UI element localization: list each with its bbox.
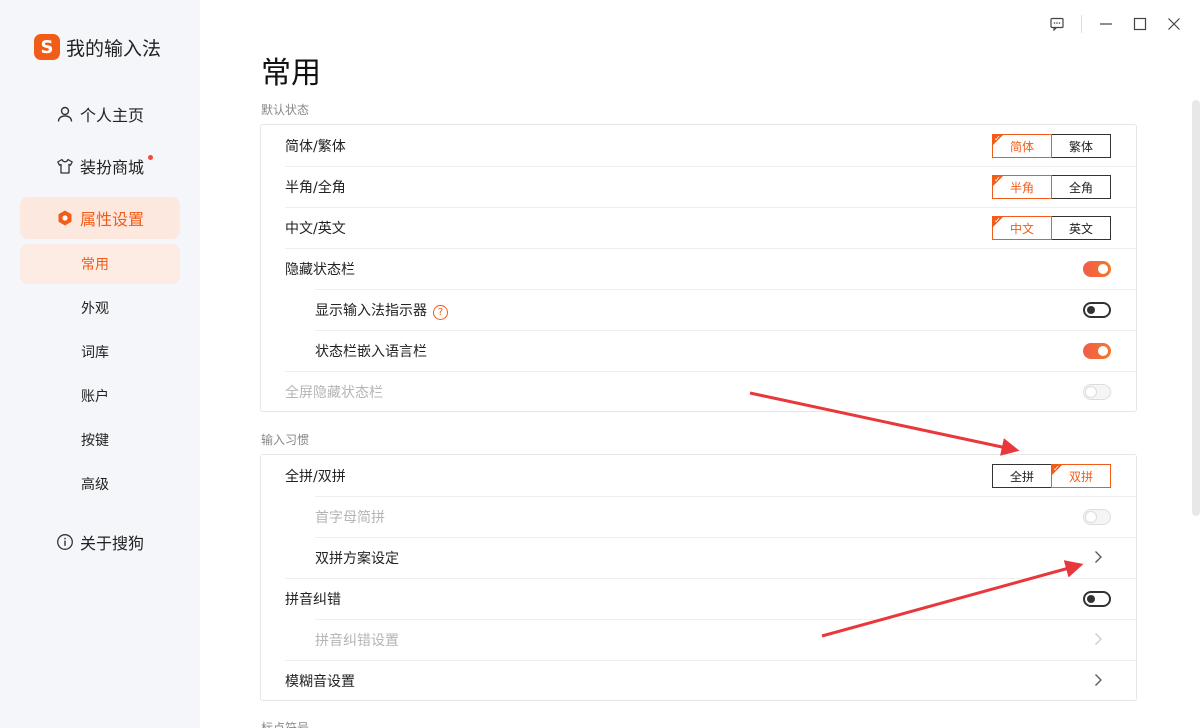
tshirt-icon [57, 158, 73, 174]
setting-label: 全拼/双拼 [285, 468, 346, 485]
quanpin-shuangpin-segmented: 全拼 ✓ 双拼 [992, 464, 1111, 488]
hide-status-toggle[interactable] [1083, 261, 1111, 277]
feedback-icon[interactable] [1047, 14, 1067, 34]
subitem-common[interactable]: 常用 [20, 244, 180, 284]
setting-label: 显示输入法指示器? [315, 300, 448, 320]
section-label: 标点符号 [261, 721, 310, 728]
fullscreen-hide-toggle[interactable] [1083, 384, 1111, 400]
option-full-width[interactable]: 全角 [1051, 175, 1111, 199]
sogou-logo-icon: S [34, 34, 60, 60]
setting-label: 半角/全角 [285, 179, 346, 196]
cn-en-segmented: ✓ 中文 英文 [992, 216, 1111, 240]
setting-row-pinyin-correct-settings[interactable]: 拼音纠错设置 [261, 619, 1136, 660]
toggle-knob [1086, 387, 1096, 397]
sidebar-item-about[interactable]: 关于搜狗 [20, 521, 180, 563]
setting-row-quanpin-shuangpin: 全拼/双拼 全拼 ✓ 双拼 [261, 455, 1136, 496]
option-traditional[interactable]: 繁体 [1051, 134, 1111, 158]
sidebar-item-store[interactable]: 装扮商城 [20, 145, 180, 187]
setting-row-shuangpin-scheme[interactable]: 双拼方案设定 [261, 537, 1136, 578]
setting-label: 首字母简拼 [315, 509, 385, 526]
minimize-icon[interactable] [1096, 14, 1116, 34]
setting-row-initials: 首字母简拼 [261, 496, 1136, 537]
chevron-right-icon [1095, 551, 1102, 563]
setting-row-simp-trad: 简体/繁体 ✓ 简体 繁体 [261, 125, 1136, 166]
check-icon: ✓ [994, 175, 1001, 184]
simp-trad-segmented: ✓ 简体 繁体 [992, 134, 1111, 158]
sidebar-item-label: 个人主页 [80, 106, 145, 125]
sidebar-item-settings[interactable]: 属性设置 [20, 197, 180, 239]
hexagon-settings-icon [58, 210, 72, 226]
option-simplified[interactable]: ✓ 简体 [992, 134, 1052, 158]
setting-label: 拼音纠错设置 [315, 632, 399, 649]
divider [1081, 15, 1082, 33]
user-icon [57, 106, 73, 122]
subitem-advanced[interactable]: 高级 [20, 464, 180, 504]
subitem-dictionary[interactable]: 词库 [20, 332, 180, 372]
close-icon[interactable] [1164, 14, 1184, 34]
scrollbar[interactable] [1192, 100, 1200, 516]
setting-row-embed-lang: 状态栏嵌入语言栏 [261, 330, 1136, 371]
setting-row-pinyin-correct: 拼音纠错 [261, 578, 1136, 619]
toggle-knob [1098, 346, 1108, 356]
setting-label: 简体/繁体 [285, 138, 346, 155]
setting-label: 全屏隐藏状态栏 [285, 384, 383, 401]
sidebar: S 我的输入法 个人主页 装扮商城 属性设置 常用 外观 词库 账户 按键 高级… [0, 0, 200, 728]
sidebar-item-label: 属性设置 [80, 210, 145, 229]
section-label: 默认状态 [261, 103, 310, 117]
option-shuangpin[interactable]: ✓ 双拼 [1051, 464, 1111, 488]
chevron-right-icon [1095, 633, 1102, 645]
option-chinese[interactable]: ✓ 中文 [992, 216, 1052, 240]
setting-row-cn-en: 中文/英文 ✓ 中文 英文 [261, 207, 1136, 248]
input-habits-card: 全拼/双拼 全拼 ✓ 双拼 首字母简拼 双拼方案设定 拼音纠错 拼音纠错设置 模糊… [260, 454, 1137, 701]
toggle-knob [1086, 512, 1096, 522]
check-icon: ✓ [994, 216, 1001, 225]
check-icon: ✓ [994, 134, 1001, 143]
setting-row-fuzzy[interactable]: 模糊音设置 [261, 660, 1136, 701]
embed-lang-toggle[interactable] [1083, 343, 1111, 359]
option-half-width[interactable]: ✓ 半角 [992, 175, 1052, 199]
setting-row-fullscreen-hide: 全屏隐藏状态栏 [261, 371, 1136, 412]
chevron-right-icon [1095, 674, 1102, 686]
help-icon[interactable]: ? [433, 304, 448, 320]
window-controls [1033, 14, 1184, 34]
maximize-icon[interactable] [1130, 14, 1150, 34]
brand: S 我的输入法 [34, 33, 161, 61]
show-indicator-toggle[interactable] [1083, 302, 1111, 318]
subitem-account[interactable]: 账户 [20, 376, 180, 416]
sidebar-item-label: 关于搜狗 [80, 534, 145, 553]
setting-label: 状态栏嵌入语言栏 [315, 343, 427, 360]
option-english[interactable]: 英文 [1051, 216, 1111, 240]
setting-row-half-full: 半角/全角 ✓ 半角 全角 [261, 166, 1136, 207]
section-label: 输入习惯 [261, 433, 310, 447]
toggle-knob [1087, 595, 1095, 603]
setting-row-hide-status: 隐藏状态栏 [261, 248, 1136, 289]
setting-label: 隐藏状态栏 [285, 261, 355, 278]
setting-label: 拼音纠错 [285, 591, 341, 608]
half-full-segmented: ✓ 半角 全角 [992, 175, 1111, 199]
setting-row-show-indicator: 显示输入法指示器? [261, 289, 1136, 330]
sidebar-item-label: 装扮商城 [80, 158, 145, 177]
subitem-appearance[interactable]: 外观 [20, 288, 180, 328]
toggle-knob [1098, 264, 1108, 274]
setting-label: 双拼方案设定 [315, 550, 399, 567]
setting-label: 模糊音设置 [285, 673, 355, 690]
page-title: 常用 [261, 56, 321, 91]
subitem-keys[interactable]: 按键 [20, 420, 180, 460]
setting-label: 中文/英文 [285, 220, 346, 237]
toggle-knob [1087, 306, 1095, 314]
option-quanpin[interactable]: 全拼 [992, 464, 1052, 488]
pinyin-correct-toggle[interactable] [1083, 591, 1111, 607]
notification-dot [148, 155, 153, 160]
check-icon: ✓ [1053, 464, 1060, 473]
default-state-card: 简体/繁体 ✓ 简体 繁体 半角/全角 ✓ 半角 全角 中文/英文 ✓ 中文 英文 隐… [260, 124, 1137, 412]
info-icon [57, 534, 73, 550]
initials-toggle[interactable] [1083, 509, 1111, 525]
app-title: 我的输入法 [66, 37, 162, 60]
sidebar-item-profile[interactable]: 个人主页 [20, 93, 180, 135]
